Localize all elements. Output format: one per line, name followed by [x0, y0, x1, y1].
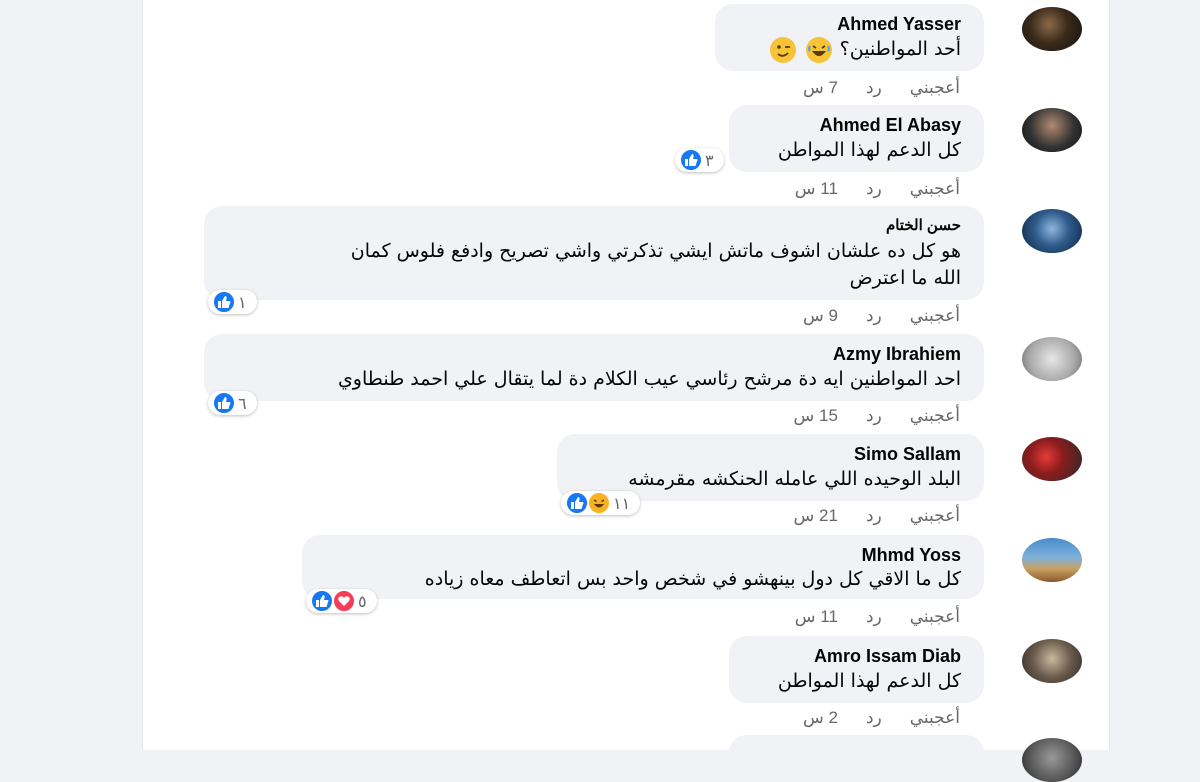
- reaction-summary[interactable]: ١١: [561, 491, 641, 515]
- avatar[interactable]: [1022, 7, 1082, 51]
- comment-bubble: Ahmed El Abasy كل الدعم لهذا المواطن ٣: [675, 105, 984, 172]
- avatar[interactable]: [1022, 437, 1082, 481]
- comment-actions: أعجبني رد 11 س: [795, 607, 960, 627]
- reply-link[interactable]: رد: [866, 78, 882, 98]
- comment-text: كل الدعم لهذا المواطن: [777, 139, 961, 161]
- comment-text: أحد المواطنين؟: [737, 36, 961, 63]
- avatar[interactable]: [1022, 108, 1082, 152]
- comment-timestamp[interactable]: 2 س: [803, 708, 838, 728]
- avatar[interactable]: [1022, 538, 1082, 582]
- comment-text: البلد الوحيده اللي عامله الحنكشه مقرمشه: [628, 468, 961, 490]
- comment-item: Simo Sallam البلد الوحيده اللي عامله الح…: [557, 434, 1082, 525]
- like-icon: [565, 491, 589, 515]
- like-icon: [679, 148, 703, 172]
- reaction-summary[interactable]: ٣: [675, 148, 724, 172]
- avatar[interactable]: [1022, 639, 1082, 683]
- comment-timestamp[interactable]: 15 س: [794, 406, 838, 426]
- reaction-count: ١: [238, 292, 247, 312]
- reaction-count: ١١: [613, 493, 631, 513]
- like-link[interactable]: أعجبني: [910, 306, 960, 326]
- comment-text: هو كل ده علشان اشوف ماتش ايشي تذكرتي واش…: [350, 240, 961, 289]
- comment-timestamp[interactable]: 21 س: [794, 506, 838, 526]
- comment-bubble: Azmy Ibrahiem احد المواطنين ايه دة مرشح …: [204, 334, 984, 415]
- comment-text: كل ما الاقي كل دول بينهشو في شخص واحد بس…: [424, 568, 961, 590]
- avatar[interactable]: [1022, 209, 1082, 253]
- reaction-summary[interactable]: ١: [208, 290, 257, 314]
- like-link[interactable]: أعجبني: [910, 179, 960, 199]
- comment-timestamp[interactable]: 11 س: [795, 607, 838, 627]
- like-link[interactable]: أعجبني: [910, 506, 960, 526]
- comment-actions: أعجبني رد 7 س: [803, 78, 960, 98]
- comment-item: [729, 735, 1082, 782]
- comment-timestamp[interactable]: 9 س: [803, 306, 838, 326]
- comment-item: Mhmd Yoss كل ما الاقي كل دول بينهشو في ش…: [302, 535, 1082, 626]
- comment-item: Ahmed El Abasy كل الدعم لهذا المواطن ٣ أ…: [675, 105, 1082, 198]
- reaction-summary[interactable]: ٦: [208, 391, 257, 415]
- reply-link[interactable]: رد: [866, 179, 882, 199]
- comment-author[interactable]: Ahmed Yasser: [737, 12, 961, 36]
- reaction-count: ٦: [238, 393, 247, 413]
- reply-link[interactable]: رد: [866, 506, 882, 526]
- haha-icon: [587, 491, 611, 515]
- like-link[interactable]: أعجبني: [910, 406, 960, 426]
- comment-item: Azmy Ibrahiem احد المواطنين ايه دة مرشح …: [204, 334, 1082, 425]
- reply-link[interactable]: رد: [866, 406, 882, 426]
- comment-author[interactable]: Azmy Ibrahiem: [226, 342, 961, 366]
- like-icon: [212, 391, 236, 415]
- comment-text: احد المواطنين ايه دة مرشح رئاسي عيب الكل…: [337, 368, 961, 390]
- comment-author[interactable]: Simo Sallam: [579, 442, 961, 466]
- comment-item: Amro Issam Diab كل الدعم لهذا المواطن أع…: [729, 636, 1082, 727]
- avatar[interactable]: [1022, 337, 1082, 381]
- reply-link[interactable]: رد: [866, 607, 882, 627]
- comment-actions: أعجبني رد 2 س: [803, 708, 960, 728]
- comment-author[interactable]: حسن الختام: [226, 214, 961, 238]
- comment-actions: أعجبني رد 15 س: [794, 406, 960, 426]
- avatar[interactable]: [1022, 738, 1082, 782]
- like-link[interactable]: أعجبني: [910, 78, 960, 98]
- comment-timestamp[interactable]: 11 س: [795, 179, 838, 199]
- comment-bubble: Amro Issam Diab كل الدعم لهذا المواطن: [729, 636, 984, 703]
- winking-emoji-icon: [769, 36, 796, 63]
- reaction-count: ٥: [358, 591, 367, 611]
- comment-bubble: [729, 735, 984, 771]
- comment-author[interactable]: Mhmd Yoss: [324, 543, 961, 567]
- comment-author[interactable]: Amro Issam Diab: [751, 644, 961, 668]
- like-link[interactable]: أعجبني: [910, 708, 960, 728]
- laughing-emoji-icon: [805, 36, 832, 63]
- like-icon: [310, 589, 334, 613]
- comment-bubble: حسن الختام هو كل ده علشان اشوف ماتش ايشي…: [204, 206, 984, 314]
- comment-author[interactable]: Ahmed El Abasy: [751, 113, 961, 137]
- comments-panel: Ahmed Yasser أحد المواطنين؟ أعجبني رد 7 …: [142, 0, 1110, 782]
- like-icon: [212, 290, 236, 314]
- comment-actions: أعجبني رد 9 س: [803, 306, 960, 326]
- comment-bubble: Ahmed Yasser أحد المواطنين؟: [715, 4, 984, 71]
- comment-text: كل الدعم لهذا المواطن: [777, 670, 961, 692]
- comment-actions: أعجبني رد 21 س: [794, 506, 960, 526]
- like-link[interactable]: أعجبني: [910, 607, 960, 627]
- comment-timestamp[interactable]: 7 س: [803, 78, 838, 98]
- comment-item: Ahmed Yasser أحد المواطنين؟ أعجبني رد 7 …: [715, 4, 1082, 97]
- comment-item: حسن الختام هو كل ده علشان اشوف ماتش ايشي…: [204, 206, 1082, 325]
- reaction-summary[interactable]: ٥: [306, 589, 377, 613]
- reply-link[interactable]: رد: [866, 306, 882, 326]
- comment-bubble: Simo Sallam البلد الوحيده اللي عامله الح…: [557, 434, 984, 515]
- reaction-count: ٣: [705, 150, 714, 170]
- reply-link[interactable]: رد: [866, 708, 882, 728]
- love-icon: [332, 589, 356, 613]
- comment-bubble: Mhmd Yoss كل ما الاقي كل دول بينهشو في ش…: [302, 535, 984, 613]
- comment-actions: أعجبني رد 11 س: [795, 179, 960, 199]
